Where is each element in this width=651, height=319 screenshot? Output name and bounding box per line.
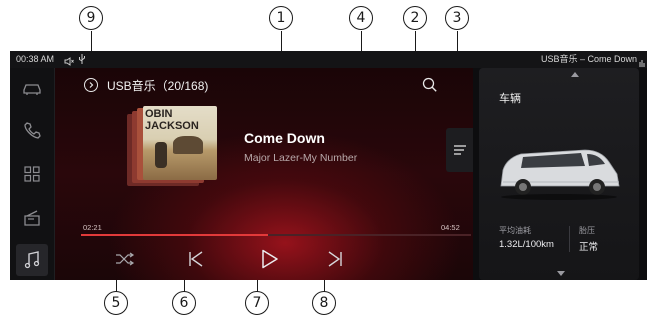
source-switch-button[interactable]: [84, 78, 98, 92]
album-art[interactable]: OBIN JACKSON: [143, 106, 217, 180]
fuel-value: 1.32L/100km: [499, 239, 554, 250]
callout-4: 4: [349, 6, 373, 30]
side-nav-radio[interactable]: [16, 202, 48, 234]
van-image: [500, 149, 620, 200]
status-bar: 00:38 AM USB音乐 – Come Down: [10, 51, 647, 68]
tire-label: 胎压: [579, 226, 595, 235]
search-button[interactable]: [421, 76, 439, 94]
playlist-icon: [454, 145, 466, 155]
car-icon: [23, 84, 41, 95]
apps-grid-icon: [24, 166, 40, 182]
callout-2: 2: [403, 6, 427, 30]
callout-9: 9: [79, 6, 103, 30]
side-nav-music[interactable]: [16, 244, 48, 276]
elapsed-time: 02:21: [83, 223, 102, 232]
side-nav-phone[interactable]: [16, 114, 48, 146]
phone-icon: [24, 122, 41, 139]
chevron-down-icon: [557, 271, 565, 276]
side-nav-apps[interactable]: [16, 158, 48, 190]
stats-divider: [569, 226, 570, 252]
album-art-stack: OBIN JACKSON: [127, 106, 227, 186]
playlist-button[interactable]: [446, 128, 473, 172]
status-now-playing: USB音乐 – Come Down: [540, 54, 637, 64]
total-duration: 04:52: [441, 223, 460, 232]
progress-track[interactable]: [81, 234, 471, 236]
callout-8: 8: [312, 291, 336, 315]
callout-1: 1: [269, 6, 293, 30]
next-icon: [328, 251, 342, 267]
infotainment-screen: 00:38 AM USB音乐 – Come Down USB音乐（20/168)…: [10, 51, 647, 280]
album-art-text-mid: JACKSON: [145, 120, 199, 132]
play-icon: [262, 249, 278, 269]
next-track-button[interactable]: [325, 249, 345, 269]
previous-track-button[interactable]: [186, 249, 206, 269]
callout-7: 7: [245, 291, 269, 315]
tire-value: 正常: [579, 242, 599, 253]
radio-icon: [24, 210, 40, 226]
vehicle-card[interactable]: 车辆 平均油耗 1.32L/100km 胎压 正常: [479, 68, 639, 280]
music-player: USB音乐（20/168) OBIN JACKSON Come Down Maj…: [55, 68, 473, 280]
music-note-icon: [24, 251, 40, 269]
side-nav-car[interactable]: [16, 72, 48, 104]
album-art-text-top: OBIN: [145, 108, 173, 120]
callout-6: 6: [172, 291, 196, 315]
chevron-up-icon: [571, 72, 579, 77]
vehicle-panel: 车辆 平均油耗 1.32L/100km 胎压 正常: [473, 68, 647, 280]
chevron-right-icon: [89, 82, 94, 88]
song-subtitle: Major Lazer-My Number: [244, 152, 358, 164]
side-nav: [10, 68, 55, 280]
song-title: Come Down: [244, 130, 325, 146]
shuffle-button[interactable]: [114, 250, 136, 268]
fuel-label: 平均油耗: [499, 226, 531, 235]
progress-fill: [81, 234, 269, 236]
previous-icon: [189, 251, 203, 267]
play-button[interactable]: [258, 248, 280, 270]
shuffle-icon: [116, 252, 135, 266]
callout-5: 5: [104, 291, 128, 315]
status-time: 00:38 AM: [16, 54, 55, 64]
search-icon: [422, 77, 437, 92]
source-title: USB音乐（20/168): [107, 79, 209, 93]
callout-3: 3: [445, 6, 469, 30]
vehicle-title: 车辆: [499, 93, 521, 105]
